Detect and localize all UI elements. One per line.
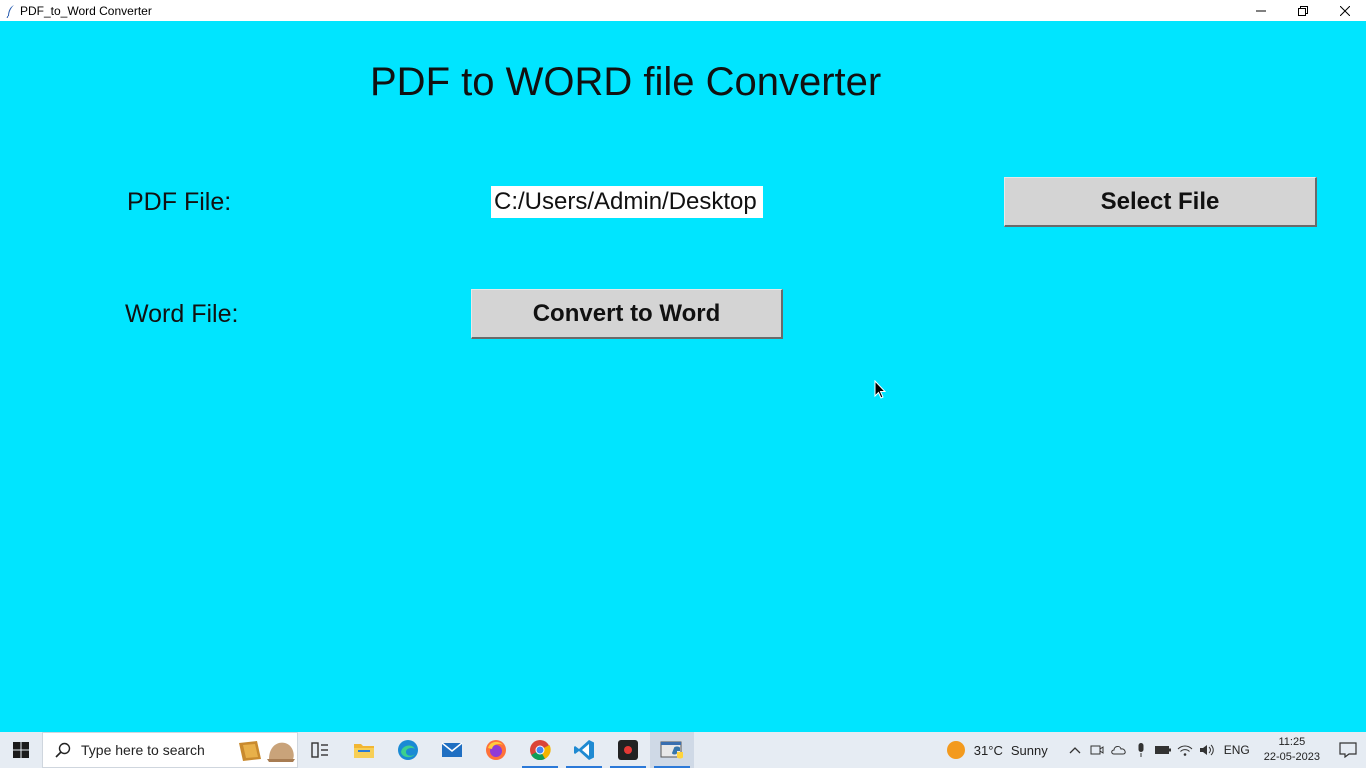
vscode-icon (574, 740, 594, 760)
restore-button[interactable] (1282, 0, 1324, 21)
volume-button[interactable] (1196, 732, 1218, 768)
network-button[interactable] (1174, 732, 1196, 768)
edge-browser-icon (398, 740, 418, 760)
chrome-icon (530, 740, 551, 761)
sun-icon (946, 741, 965, 759)
convert-to-word-button[interactable]: Convert to Word (471, 289, 783, 339)
select-file-button[interactable]: Select File (1004, 177, 1317, 227)
microphone-icon (1138, 743, 1144, 757)
speaker-icon (1199, 744, 1214, 756)
pdf-path-field[interactable] (491, 186, 763, 218)
mail-icon (441, 742, 463, 757)
camera-icon (1090, 745, 1104, 755)
microphone-button[interactable] (1130, 732, 1152, 768)
firefox-icon (486, 740, 506, 760)
meet-now-button[interactable] (1086, 732, 1108, 768)
show-hidden-icons-button[interactable] (1064, 732, 1086, 768)
app-window-body: PDF to WORD file Converter PDF File: Sel… (0, 21, 1366, 732)
weather-condition: Sunny (1010, 742, 1048, 758)
search-icon (55, 742, 71, 758)
file-explorer-button[interactable] (342, 732, 386, 768)
search-highlight-icon (239, 741, 295, 762)
weather-widget[interactable]: 31°C Sunny (946, 741, 1048, 759)
mouse-cursor-icon (874, 380, 886, 399)
task-view-button[interactable] (298, 732, 342, 768)
start-button[interactable] (0, 732, 42, 768)
system-tray: 31°C Sunny ENG 11:25 22-05-2023 (946, 732, 1366, 768)
taskbar: Type here to search 31°C Sunny ENG 11:25… (0, 732, 1366, 768)
close-icon (1340, 5, 1350, 16)
chevron-up-icon (1069, 747, 1081, 754)
minimize-icon (1256, 10, 1266, 11)
clock-time: 11:25 (1278, 736, 1306, 748)
python-idle-button[interactable] (650, 732, 694, 768)
python-idle-icon (660, 741, 683, 759)
input-language[interactable]: ENG (1224, 743, 1250, 757)
notification-icon (1339, 742, 1357, 758)
firefox-button[interactable] (474, 732, 518, 768)
close-button[interactable] (1324, 0, 1366, 21)
search-placeholder: Type here to search (81, 742, 205, 758)
weather-temperature: 31°C (973, 742, 1003, 758)
folder-icon (354, 744, 374, 758)
window-title-bar: PDF_to_Word Converter (0, 0, 1366, 21)
battery-button[interactable] (1152, 732, 1174, 768)
battery-icon (1154, 746, 1171, 754)
mail-button[interactable] (430, 732, 474, 768)
onedrive-button[interactable] (1108, 732, 1130, 768)
feather-icon (6, 4, 14, 18)
page-title: PDF to WORD file Converter (370, 60, 882, 104)
clock-date: 22-05-2023 (1263, 751, 1320, 763)
window-title: PDF_to_Word Converter (20, 3, 152, 18)
clock[interactable]: 11:25 22-05-2023 (1264, 735, 1320, 765)
word-file-label: Word File: (125, 300, 239, 328)
edge-button[interactable] (386, 732, 430, 768)
cloud-icon (1110, 746, 1126, 755)
vscode-button[interactable] (562, 732, 606, 768)
windows-logo-icon (13, 742, 29, 758)
restore-icon (1298, 5, 1308, 16)
pdf-file-label: PDF File: (127, 188, 232, 216)
wifi-icon (1177, 745, 1193, 756)
recorder-button[interactable] (606, 732, 650, 768)
notification-center-button[interactable] (1330, 732, 1366, 768)
taskbar-search-box[interactable]: Type here to search (42, 732, 298, 768)
screen-recorder-icon (618, 740, 638, 760)
task-view-icon (311, 742, 328, 758)
minimize-button[interactable] (1240, 0, 1282, 21)
chrome-button[interactable] (518, 732, 562, 768)
